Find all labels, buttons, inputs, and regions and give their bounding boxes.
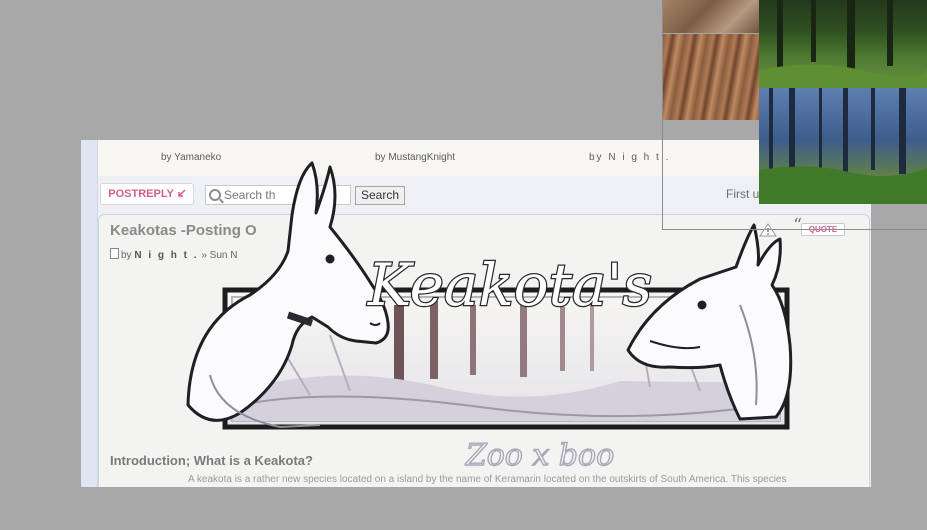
post-document-icon[interactable] [110, 248, 119, 259]
forest-floor-photo [663, 0, 761, 33]
mossy-forest-photo [759, 0, 927, 88]
banner-title: Keakota's [367, 251, 652, 319]
banner-signature: Zoo x boo [465, 438, 614, 473]
blue-forest-photo [759, 88, 927, 204]
tree-bark-photo [663, 34, 761, 120]
intro-paragraph: A keakota is a rather new species locate… [188, 474, 787, 485]
forest-photo-collage [662, 0, 927, 230]
post-reply-label: POSTREPLY [108, 188, 174, 200]
post-meta-prefix: by [121, 250, 132, 261]
forum-left-border [81, 140, 98, 487]
